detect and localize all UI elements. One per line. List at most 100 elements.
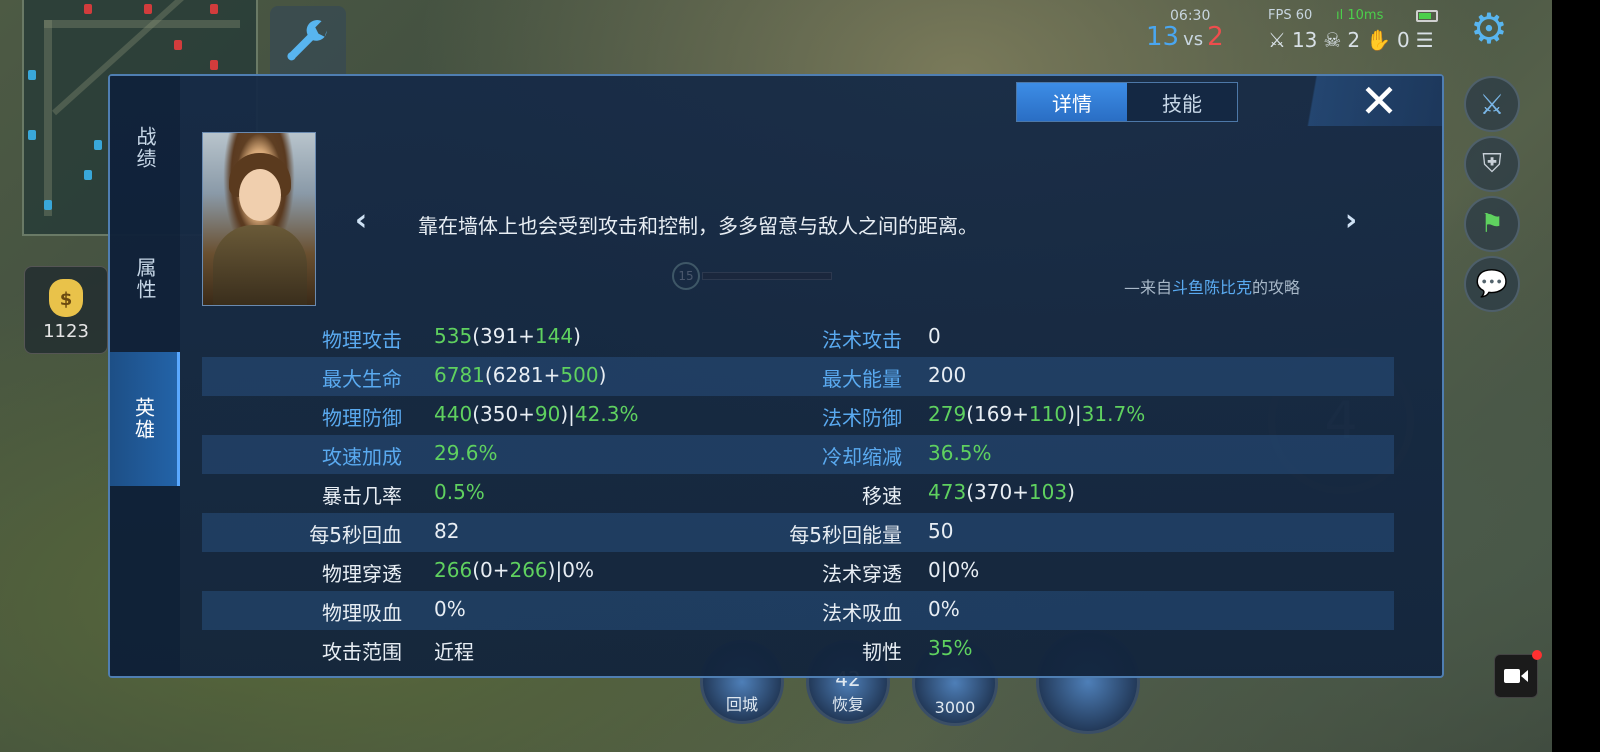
stat-row: 物理穿透 266(0+266)|0% 法术穿透 0|0% [202, 552, 1394, 591]
skull-icon: ☠ [1323, 28, 1342, 52]
fps-indicator: FPS 60 [1268, 8, 1313, 23]
tab-skills[interactable]: 技能 [1127, 83, 1237, 121]
side-tab-attributes[interactable]: 属性 [110, 236, 180, 322]
stat-label: 法术防御 [822, 406, 902, 430]
stat-value: 35% [928, 636, 973, 660]
chevron-right-icon[interactable]: › [1336, 206, 1366, 236]
stat-label: 法术攻击 [822, 328, 902, 352]
kda-display: ⚔ 13 ☠ 2 ✋ 0 ☰ [1268, 28, 1434, 52]
stat-label: 最大生命 [322, 367, 402, 391]
stat-label: 暴击几率 [322, 484, 402, 508]
retreat-signal-button[interactable]: ⛨ [1464, 136, 1520, 192]
enemy-tower-marker [144, 4, 152, 14]
stat-value: 200 [928, 363, 967, 387]
red-score: 2 [1207, 22, 1224, 52]
gather-signal-button[interactable]: ⚑ [1464, 196, 1520, 252]
flag-icon: ⚑ [1480, 209, 1504, 239]
gear-icon[interactable]: ⚙ [1466, 6, 1512, 52]
battery-icon [1416, 10, 1438, 22]
stat-value: 0|0% [928, 558, 980, 582]
stat-value: 0% [928, 597, 960, 621]
hand-icon: ✋ [1366, 28, 1391, 52]
record-button[interactable] [1494, 654, 1538, 698]
stat-label: 攻击范围 [322, 640, 402, 664]
detail-tab-group: 详情 技能 [1016, 82, 1238, 122]
tab-details[interactable]: 详情 [1017, 83, 1127, 121]
stat-label: 每5秒回能量 [789, 523, 902, 547]
stat-label: 攻速加成 [322, 445, 402, 469]
chat-button[interactable]: 💬 [1464, 256, 1520, 312]
stats-table: 物理攻击 535(391+144) 法术攻击 0 最大生命 6781(6281+500) 最… [202, 318, 1394, 669]
enemy-tower-marker [84, 4, 92, 14]
chat-icon: 💬 [1475, 269, 1509, 299]
blue-score: 13 [1146, 22, 1180, 52]
stat-label: 法术穿透 [822, 562, 902, 586]
stat-value: 473(370+103) [928, 480, 1075, 504]
tip-source: —来自斗鱼陈比克的攻略 [1124, 274, 1300, 298]
recording-indicator [1532, 650, 1542, 660]
sword-signal-icon: ⚔ [1479, 87, 1505, 121]
side-tab-hero[interactable]: 英雄 [110, 352, 180, 486]
vs-label: vs [1183, 29, 1204, 50]
source-suffix: 的攻略 [1251, 278, 1300, 297]
heal-label: 恢复 [831, 695, 864, 714]
enemy-tower-marker [210, 60, 218, 70]
deaths-count: 2 [1347, 28, 1361, 52]
stat-value: 266(0+266)|0% [434, 558, 594, 582]
stat-label: 物理攻击 [322, 328, 402, 352]
stat-label: 每5秒回血 [309, 523, 402, 547]
enemy-tower-marker [174, 40, 182, 50]
stat-row: 最大生命 6781(6281+500) 最大能量 200 [202, 357, 1394, 396]
ally-tower-marker [28, 70, 36, 80]
wrench-button[interactable] [270, 6, 346, 82]
assists-count: 0 [1396, 28, 1410, 52]
stat-value: 535(391+144) [434, 324, 581, 348]
stat-value: 0.5% [434, 480, 485, 504]
stat-value: 82 [434, 519, 460, 543]
stat-label: 冷却缩减 [822, 445, 902, 469]
stat-label: 法术吸血 [822, 601, 902, 625]
stat-label: 物理吸血 [322, 601, 402, 625]
gold-amount: 1123 [43, 321, 89, 342]
gold-shop-button[interactable]: $ 1123 [24, 266, 108, 354]
chevron-left-icon[interactable]: ‹ [346, 206, 376, 236]
source-prefix: —来自 [1123, 278, 1172, 297]
stat-row: 物理吸血 0% 法术吸血 0% [202, 591, 1394, 630]
minimap-lane [44, 20, 240, 28]
tip-carousel: ‹ 靠在墙体上也会受到攻击和控制，多多留意与敌人之间的距离。 › [336, 202, 1366, 242]
ally-tower-marker [44, 200, 52, 210]
stat-row: 暴击几率 0.5% 移速 473(370+103) [202, 474, 1394, 513]
ping-value: 10ms [1347, 8, 1384, 23]
sword-icon: ⚔ [1268, 28, 1286, 52]
source-author[interactable]: 斗鱼陈比克 [1172, 278, 1252, 297]
gold-bag-icon: $ [49, 279, 83, 317]
attack-signal-button[interactable]: ⚔ [1464, 76, 1520, 132]
stat-label: 物理穿透 [322, 562, 402, 586]
stat-value: 36.5% [928, 441, 992, 465]
stat-row: 攻速加成 29.6% 冷却缩减 36.5% [202, 435, 1394, 474]
stat-value: 50 [928, 519, 954, 543]
hero-portrait [202, 132, 316, 306]
screen-edge-bar [1552, 0, 1600, 752]
wrench-icon [287, 20, 327, 61]
stat-value: 近程 [434, 640, 474, 664]
stat-value: 0% [434, 597, 466, 621]
stat-row: 物理攻击 535(391+144) 法术攻击 0 [202, 318, 1394, 357]
side-tab-record[interactable]: 战绩 [110, 106, 180, 190]
hero-detail-panel: 战绩 属性 英雄 详情 技能 ✕ 15 ‹ 靠在墙体上也会受到攻击和控制，多多留… [108, 74, 1444, 678]
ally-tower-marker [28, 130, 36, 140]
side-tab-bar: 战绩 属性 英雄 [110, 76, 180, 676]
stat-label: 韧性 [862, 640, 902, 664]
stat-row: 每5秒回血 82 每5秒回能量 50 [202, 513, 1394, 552]
list-icon[interactable]: ☰ [1416, 28, 1434, 52]
close-icon[interactable]: ✕ [1354, 78, 1404, 124]
ally-tower-marker [84, 170, 92, 180]
team-score: 13 vs 2 [1146, 22, 1224, 52]
stat-value: 279(169+110)|31.7% [928, 402, 1146, 426]
background-hero-level: 15 [672, 262, 834, 290]
stat-label: 最大能量 [822, 367, 902, 391]
stat-value: 440(350+90)|42.3% [434, 402, 639, 426]
ping-indicator: ıl 10ms [1336, 8, 1383, 23]
stat-label: 移速 [862, 484, 902, 508]
stat-value: 0 [928, 324, 941, 348]
